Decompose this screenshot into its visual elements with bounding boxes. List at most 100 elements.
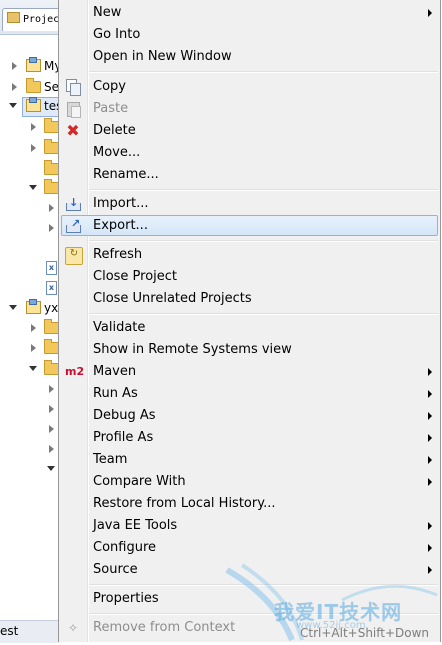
tree-child-row[interactable] bbox=[0, 179, 60, 196]
menu-item-label: Export... bbox=[93, 218, 148, 233]
menu-item-compare-with[interactable]: Compare With bbox=[59, 471, 440, 493]
tree-child-row[interactable] bbox=[0, 160, 60, 177]
tree-item-se[interactable]: Se bbox=[0, 78, 60, 95]
tree-child-row[interactable] bbox=[0, 421, 60, 437]
submenu-arrow-icon bbox=[428, 566, 432, 574]
expand-arrow-icon[interactable] bbox=[31, 324, 36, 332]
folder-icon bbox=[44, 319, 59, 334]
folder-icon bbox=[26, 78, 41, 93]
menu-item-label: Show in Remote Systems view bbox=[93, 342, 292, 357]
project-explorer: Projec My Se tes x x yx est bbox=[0, 0, 64, 643]
tree-item-my[interactable]: My bbox=[0, 57, 61, 74]
menu-item-label: New bbox=[93, 5, 122, 20]
project-icon bbox=[26, 57, 41, 72]
menu-item-import[interactable]: ↓ Import... bbox=[59, 193, 440, 215]
menu-item-label: Compare With bbox=[93, 474, 186, 489]
menu-item-maven[interactable]: m2 Maven bbox=[59, 361, 440, 383]
menu-item-rename[interactable]: Rename... bbox=[59, 164, 440, 186]
menu-item-label: Java EE Tools bbox=[93, 518, 178, 533]
tree-child-row[interactable] bbox=[0, 441, 60, 457]
menu-item-profile-as[interactable]: Profile As bbox=[59, 427, 440, 449]
menu-item-label: Source bbox=[93, 562, 138, 577]
tree-child-row[interactable] bbox=[0, 381, 60, 397]
expand-arrow-icon[interactable] bbox=[12, 83, 17, 91]
menu-item-open-in-new-window[interactable]: Open in New Window bbox=[59, 46, 440, 68]
menu-item-label: Profile As bbox=[93, 430, 154, 445]
tree-child-row[interactable] bbox=[0, 139, 60, 156]
expand-arrow-icon[interactable] bbox=[31, 144, 36, 152]
menu-item-show-in-remote-systems-view[interactable]: Show in Remote Systems view bbox=[59, 339, 440, 361]
collapse-arrow-icon[interactable] bbox=[9, 103, 17, 108]
menu-item-delete[interactable]: ✖ Delete bbox=[59, 120, 440, 142]
expand-arrow-icon[interactable] bbox=[49, 204, 54, 212]
menu-item-new[interactable]: New bbox=[59, 2, 440, 24]
submenu-arrow-icon bbox=[428, 412, 432, 420]
tree-item-tes[interactable]: tes bbox=[0, 97, 62, 114]
menu-item-label: Copy bbox=[93, 79, 126, 94]
menu-item-close-project[interactable]: Close Project bbox=[59, 266, 440, 288]
explorer-tab-strip: Projec bbox=[0, 0, 64, 35]
menu-item-restore-from-local-history[interactable]: Restore from Local History... bbox=[59, 493, 440, 515]
status-text: est bbox=[0, 624, 19, 638]
tree-child-row[interactable] bbox=[0, 339, 60, 356]
expand-arrow-icon[interactable] bbox=[49, 425, 54, 433]
menu-separator bbox=[89, 189, 438, 191]
menu-item-copy[interactable]: Copy bbox=[59, 76, 440, 98]
submenu-arrow-icon bbox=[428, 390, 432, 398]
tree-child-row[interactable] bbox=[0, 200, 60, 216]
menu-item-debug-as[interactable]: Debug As bbox=[59, 405, 440, 427]
folder-icon bbox=[44, 179, 59, 194]
submenu-arrow-icon bbox=[428, 544, 432, 552]
remove-from-context-shortcut: Ctrl+Alt+Shift+Down bbox=[300, 626, 430, 640]
tree-child-row[interactable] bbox=[0, 118, 60, 135]
project-icon bbox=[26, 97, 41, 112]
menu-item-label: Open in New Window bbox=[93, 49, 232, 64]
menu-item-validate[interactable]: Validate bbox=[59, 317, 440, 339]
menu-item-source[interactable]: Source bbox=[59, 559, 440, 581]
menu-item-label: Move... bbox=[93, 145, 141, 160]
menu-item-refresh[interactable]: ↻ Refresh bbox=[59, 244, 440, 266]
tree-child-row[interactable] bbox=[0, 220, 60, 236]
expand-arrow-icon[interactable] bbox=[49, 405, 54, 413]
tree-child-row[interactable] bbox=[0, 360, 60, 377]
expand-arrow-icon[interactable] bbox=[49, 445, 54, 453]
tree-child-row[interactable] bbox=[0, 461, 60, 477]
remove-context-icon: ✧ bbox=[67, 621, 79, 635]
menu-item-properties[interactable]: Properties bbox=[59, 588, 440, 610]
xml-file-icon: x bbox=[46, 261, 57, 275]
menu-item-go-into[interactable]: Go Into bbox=[59, 24, 440, 46]
expand-arrow-icon[interactable] bbox=[12, 62, 17, 70]
tree-item-yx[interactable]: yx bbox=[0, 299, 60, 316]
xml-file-icon: x bbox=[46, 281, 57, 295]
menu-item-label: Rename... bbox=[93, 167, 159, 182]
menu-separator bbox=[89, 240, 438, 242]
collapse-arrow-icon[interactable] bbox=[47, 466, 55, 471]
menu-item-label: Maven bbox=[93, 364, 137, 379]
menu-item-java-ee-tools[interactable]: Java EE Tools bbox=[59, 515, 440, 537]
expand-arrow-icon[interactable] bbox=[31, 123, 36, 131]
collapse-arrow-icon[interactable] bbox=[29, 185, 37, 190]
menu-item-close-unrelated-projects[interactable]: Close Unrelated Projects bbox=[59, 288, 440, 310]
submenu-arrow-icon bbox=[428, 456, 432, 464]
tree-file-row[interactable]: x bbox=[0, 280, 60, 296]
menu-item-team[interactable]: Team bbox=[59, 449, 440, 471]
menu-item-label: Go Into bbox=[93, 27, 141, 42]
tree-child-row[interactable] bbox=[0, 401, 60, 417]
tree-file-row[interactable]: x bbox=[0, 260, 60, 276]
menu-item-export[interactable]: ↗ Export... bbox=[59, 215, 440, 237]
tree-child-row[interactable] bbox=[0, 319, 60, 336]
expand-arrow-icon[interactable] bbox=[49, 385, 54, 393]
menu-item-configure[interactable]: Configure bbox=[59, 537, 440, 559]
folder-icon bbox=[44, 118, 59, 133]
menu-item-label: Paste bbox=[93, 101, 129, 116]
project-explorer-tab[interactable]: Projec bbox=[2, 8, 64, 31]
menu-item-move[interactable]: Move... bbox=[59, 142, 440, 164]
menu-item-run-as[interactable]: Run As bbox=[59, 383, 440, 405]
menu-separator bbox=[89, 313, 438, 315]
import-icon: ↓ bbox=[65, 196, 81, 212]
expand-arrow-icon[interactable] bbox=[49, 224, 54, 232]
expand-arrow-icon[interactable] bbox=[31, 344, 36, 352]
collapse-arrow-icon[interactable] bbox=[9, 305, 17, 310]
folder-icon bbox=[44, 339, 59, 354]
collapse-arrow-icon[interactable] bbox=[29, 366, 37, 371]
